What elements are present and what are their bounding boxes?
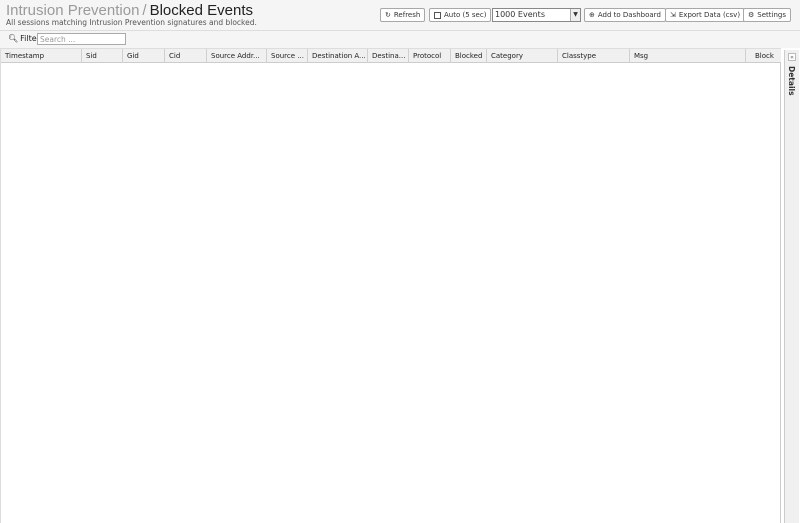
- settings-button[interactable]: ⚙ Settings: [743, 8, 791, 22]
- column-header-timestamp[interactable]: Timestamp: [1, 49, 82, 63]
- column-header-destination-address[interactable]: Destination A...: [308, 49, 368, 63]
- column-header-sid[interactable]: Sid: [82, 49, 123, 63]
- filter-bar: 🔍︎ Filter: [0, 31, 800, 48]
- column-header-protocol[interactable]: Protocol: [409, 49, 451, 63]
- page-header: Intrusion Prevention / Blocked Events All …: [0, 0, 800, 31]
- search-icon: 🔍︎: [8, 34, 19, 43]
- breadcrumb-separator: /: [142, 2, 147, 19]
- expand-icon[interactable]: «: [788, 53, 796, 61]
- details-panel-tab[interactable]: « Details: [784, 50, 799, 523]
- column-header-msg[interactable]: Msg: [630, 49, 746, 63]
- auto-refresh-checkbox[interactable]: [434, 11, 441, 19]
- events-limit-value: 1000 Events: [495, 10, 545, 19]
- plus-circle-icon: ⊕: [589, 10, 595, 19]
- add-to-dashboard-label: Add to Dashboard: [597, 11, 661, 19]
- events-limit-select[interactable]: 1000 Events ▼: [492, 8, 581, 22]
- auto-refresh-label: Auto (5 sec): [444, 11, 487, 19]
- refresh-icon: ↻: [385, 10, 391, 19]
- column-header-destination-port[interactable]: Destina...: [368, 49, 409, 63]
- export-data-button[interactable]: ⇲ Export Data (csv): [665, 8, 746, 22]
- column-header-source-address[interactable]: Source Addr...: [207, 49, 267, 63]
- details-label: Details: [787, 66, 796, 96]
- column-header-gid[interactable]: Gid: [123, 49, 165, 63]
- export-data-label: Export Data (csv): [678, 11, 741, 19]
- grid-header: Timestamp Sid Gid Cid Source Addr... Sou…: [1, 48, 781, 63]
- filter-label: 🔍︎ Filter: [8, 34, 40, 43]
- refresh-label: Refresh: [393, 11, 421, 19]
- add-to-dashboard-button[interactable]: ⊕ Add to Dashboard: [584, 8, 666, 22]
- events-grid: Timestamp Sid Gid Cid Source Addr... Sou…: [0, 48, 781, 523]
- page-title: Intrusion Prevention / Blocked Events: [6, 2, 253, 19]
- column-header-category[interactable]: Category: [487, 49, 558, 63]
- auto-refresh-toggle[interactable]: Auto (5 sec): [429, 8, 492, 22]
- column-header-source-port[interactable]: Source ...: [267, 49, 308, 63]
- column-header-cid[interactable]: Cid: [165, 49, 207, 63]
- export-icon: ⇲: [670, 10, 676, 19]
- breadcrumb-current: Blocked Events: [149, 2, 253, 19]
- refresh-button[interactable]: ↻ Refresh: [380, 8, 426, 22]
- column-header-blocked[interactable]: Blocked: [451, 49, 487, 63]
- page-subtitle: All sessions matching Intrusion Preventi…: [6, 18, 257, 27]
- breadcrumb-parent[interactable]: Intrusion Prevention: [6, 2, 139, 19]
- column-header-classtype[interactable]: Classtype: [558, 49, 630, 63]
- chevron-down-icon[interactable]: ▼: [570, 9, 580, 21]
- search-input[interactable]: [37, 33, 126, 45]
- settings-label: Settings: [757, 11, 786, 19]
- column-header-block[interactable]: Block: [746, 49, 781, 63]
- gear-icon: ⚙: [748, 10, 755, 19]
